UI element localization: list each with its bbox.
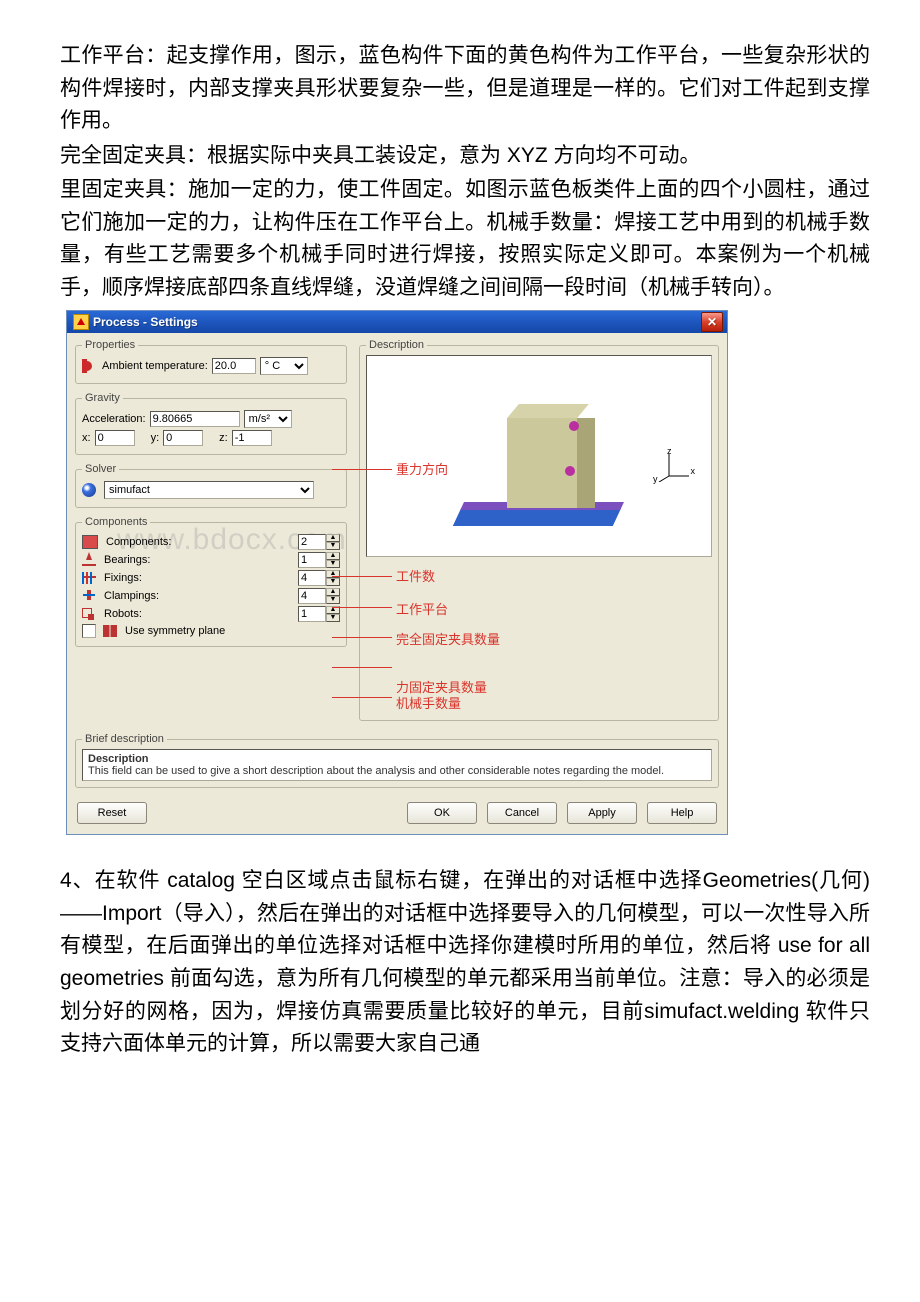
- preview-table: [453, 508, 621, 526]
- components-legend: Components: [82, 516, 150, 528]
- gravity-z-label: z:: [219, 432, 228, 444]
- annotation-bearings: 工作平台: [396, 599, 448, 618]
- close-icon: ✕: [707, 315, 717, 329]
- components-value[interactable]: [298, 534, 326, 550]
- ambient-temperature-input[interactable]: [212, 358, 256, 374]
- fixings-label: Fixings:: [104, 572, 294, 584]
- annotation-components: 工件数: [396, 566, 435, 585]
- properties-group: Properties Ambient temperature: ° C: [75, 339, 347, 384]
- gravity-legend: Gravity: [82, 392, 123, 404]
- description-heading: Description: [88, 753, 149, 765]
- clampings-value[interactable]: [298, 588, 326, 604]
- spinner-down-icon[interactable]: ▼: [326, 542, 340, 550]
- reset-button[interactable]: Reset: [77, 802, 147, 824]
- description-body: This field can be used to give a short d…: [88, 765, 664, 777]
- spinner-up-icon[interactable]: ▲: [326, 588, 340, 596]
- apply-button[interactable]: Apply: [567, 802, 637, 824]
- description-legend: Description: [366, 339, 427, 351]
- spinner-up-icon[interactable]: ▲: [326, 606, 340, 614]
- spinner-up-icon[interactable]: ▲: [326, 534, 340, 542]
- bearings-value[interactable]: [298, 552, 326, 568]
- properties-legend: Properties: [82, 339, 138, 351]
- close-button[interactable]: ✕: [701, 312, 723, 332]
- thermometer-icon: [82, 359, 98, 373]
- annotation-fixings: 完全固定夹具数量: [396, 629, 500, 648]
- paragraph-2: 完全固定夹具：根据实际中夹具工装设定，意为 XYZ 方向均不可动。: [60, 140, 870, 173]
- ambient-label: Ambient temperature:: [102, 360, 208, 372]
- axis-x-label: x: [691, 466, 696, 476]
- axis-y-label: y: [653, 474, 658, 484]
- solver-group: Solver simufact: [75, 463, 347, 508]
- dialog-titlebar: Process - Settings ✕: [67, 311, 727, 333]
- gravity-group: Gravity Acceleration: m/s² x: y:: [75, 392, 347, 455]
- paragraph-1: 工作平台：起支撑作用，图示，蓝色构件下面的黄色构件为工作平台，一些复杂形状的构件…: [60, 40, 870, 138]
- components-icon: [82, 535, 98, 549]
- spinner-up-icon[interactable]: ▲: [326, 552, 340, 560]
- bearings-spinner[interactable]: ▲▼: [298, 552, 340, 568]
- gravity-y-input[interactable]: [163, 430, 203, 446]
- brief-legend: Brief description: [82, 733, 167, 745]
- description-group: Description z x y: [359, 339, 719, 721]
- dialog-title: Process - Settings: [93, 315, 198, 329]
- description-box: Description This field can be used to gi…: [82, 749, 712, 781]
- components-group: Components Components: ▲▼ Bearings:: [75, 516, 347, 647]
- spinner-down-icon[interactable]: ▼: [326, 596, 340, 604]
- spinner-up-icon[interactable]: ▲: [326, 570, 340, 578]
- cancel-button[interactable]: Cancel: [487, 802, 557, 824]
- robots-value[interactable]: [298, 606, 326, 622]
- process-settings-dialog: Process - Settings ✕ www.bdocx.com Prope…: [66, 310, 728, 835]
- model-preview: z x y: [366, 355, 712, 557]
- acceleration-label: Acceleration:: [82, 413, 146, 425]
- spinner-down-icon[interactable]: ▼: [326, 560, 340, 568]
- gravity-x-input[interactable]: [95, 430, 135, 446]
- gravity-y-label: y:: [151, 432, 160, 444]
- brief-description-group: Brief description Description This field…: [75, 733, 719, 788]
- axis-gizmo: z x y: [653, 448, 693, 484]
- gravity-z-input[interactable]: [232, 430, 272, 446]
- fixings-icon: [82, 572, 96, 584]
- ok-button[interactable]: OK: [407, 802, 477, 824]
- fixings-value[interactable]: [298, 570, 326, 586]
- preview-workpiece: [507, 418, 595, 508]
- solver-select[interactable]: simufact: [104, 481, 314, 499]
- ambient-unit-select[interactable]: ° C: [260, 357, 308, 375]
- axis-z-label: z: [667, 446, 672, 456]
- bearings-icon: [82, 554, 96, 566]
- spinner-down-icon[interactable]: ▼: [326, 578, 340, 586]
- clampings-spinner[interactable]: ▲▼: [298, 588, 340, 604]
- components-label: Components:: [106, 536, 294, 548]
- paragraph-4: 4、在软件 catalog 空白区域点击鼠标右键，在弹出的对话框中选择Geome…: [60, 865, 870, 1060]
- symmetry-label: Use symmetry plane: [125, 625, 225, 637]
- fixings-spinner[interactable]: ▲▼: [298, 570, 340, 586]
- robots-icon: [82, 608, 96, 620]
- acceleration-unit-select[interactable]: m/s²: [244, 410, 292, 428]
- symmetry-checkbox[interactable]: [82, 624, 96, 638]
- clampings-label: Clampings:: [104, 590, 294, 602]
- help-button[interactable]: Help: [647, 802, 717, 824]
- spinner-down-icon[interactable]: ▼: [326, 614, 340, 622]
- solver-icon: [82, 483, 96, 497]
- robots-spinner[interactable]: ▲▼: [298, 606, 340, 622]
- annotation-robots: 机械手数量: [396, 693, 461, 712]
- robots-label: Robots:: [104, 608, 294, 620]
- app-icon: [73, 314, 89, 330]
- paragraph-3: 里固定夹具：施加一定的力，使工件固定。如图示蓝色板类件上面的四个小圆柱，通过它们…: [60, 174, 870, 304]
- gravity-x-label: x:: [82, 432, 91, 444]
- symmetry-icon: [103, 625, 117, 637]
- acceleration-input[interactable]: [150, 411, 240, 427]
- components-spinner[interactable]: ▲▼: [298, 534, 340, 550]
- clampings-icon: [82, 590, 96, 602]
- bearings-label: Bearings:: [104, 554, 294, 566]
- annotation-clampings: 力固定夹具数量: [396, 677, 487, 696]
- solver-legend: Solver: [82, 463, 119, 475]
